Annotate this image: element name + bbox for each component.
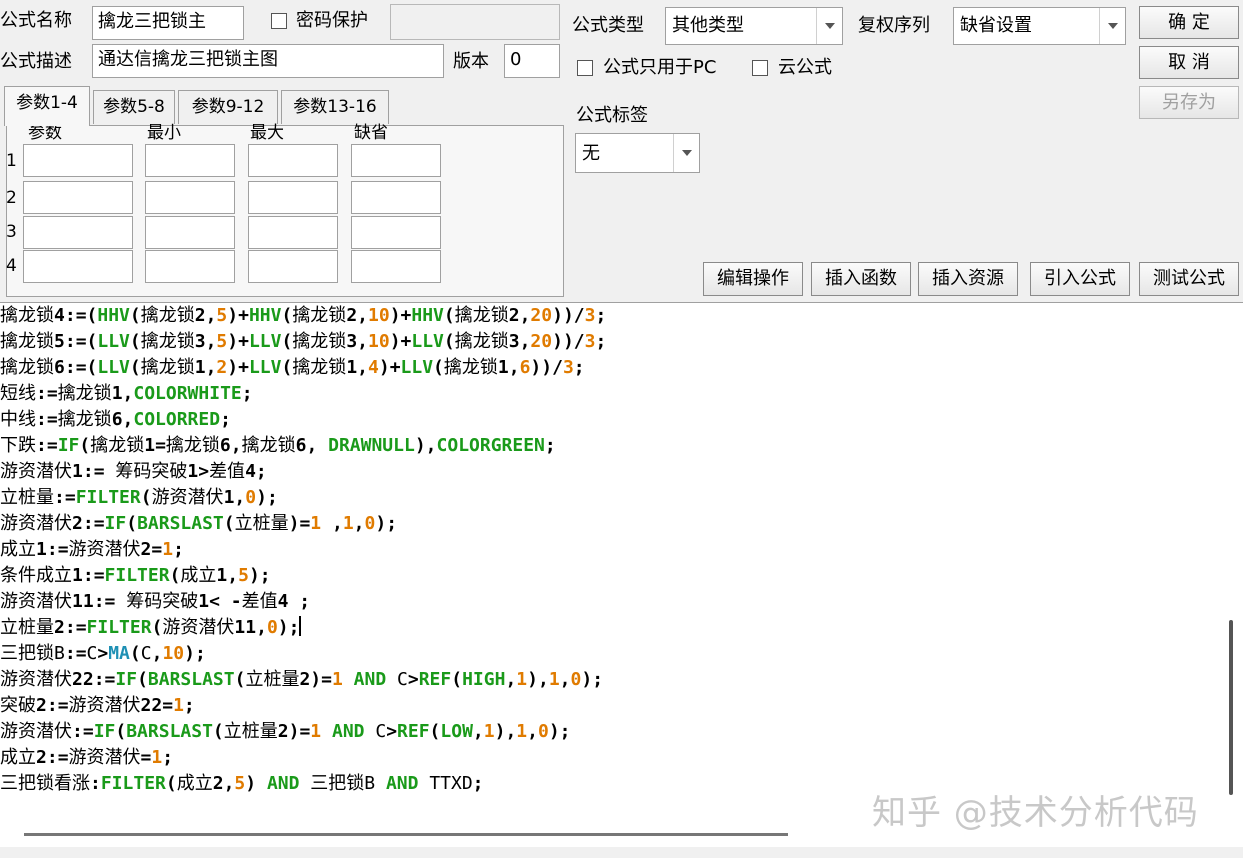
param-2-max[interactable] bbox=[248, 181, 338, 214]
cloud-formula-checkbox[interactable] bbox=[752, 60, 768, 76]
code-line[interactable]: 成立2:=游资潜伏=1; bbox=[0, 745, 606, 771]
code-line[interactable]: 擒龙锁5:=(LLV(擒龙锁3,5)+LLV(擒龙锁3,10)+LLV(擒龙锁3… bbox=[0, 329, 606, 355]
param-4-default[interactable] bbox=[351, 250, 441, 283]
param-2-name[interactable] bbox=[23, 181, 133, 214]
test-formula-button[interactable]: 测试公式 bbox=[1139, 262, 1239, 296]
code-line[interactable]: 游资潜伏1:= 筹码突破1>差值4; bbox=[0, 459, 606, 485]
formula-tag-select[interactable]: 无 bbox=[575, 133, 700, 173]
param-header-name: 参数 bbox=[28, 123, 62, 143]
param-row-number: 1 bbox=[6, 151, 17, 171]
formula-editor[interactable]: 擒龙锁4:=(HHV(擒龙锁2,5)+HHV(擒龙锁2,10)+HHV(擒龙锁2… bbox=[0, 302, 1243, 847]
horizontal-scrollbar[interactable] bbox=[24, 833, 788, 836]
chevron-down-icon[interactable] bbox=[1099, 8, 1125, 44]
param-4-min[interactable] bbox=[145, 250, 235, 283]
formula-name-label: 公式名称 bbox=[0, 10, 72, 31]
chevron-down-icon[interactable] bbox=[673, 134, 699, 172]
code-line[interactable]: 条件成立1:=FILTER(成立1,5); bbox=[0, 563, 606, 589]
code-line[interactable]: 立桩量:=FILTER(游资潜伏1,0); bbox=[0, 485, 606, 511]
code-line[interactable]: 游资潜伏11:= 筹码突破1< -差值4 ; bbox=[0, 589, 606, 615]
code-line[interactable]: 游资潜伏22:=IF(BARSLAST(立桩量2)=1 AND C>REF(HI… bbox=[0, 667, 606, 693]
rights-series-select[interactable]: 缺省设置 bbox=[953, 7, 1126, 45]
edit-operations-button[interactable]: 编辑操作 bbox=[703, 262, 803, 296]
code-line[interactable]: 游资潜伏:=IF(BARSLAST(立桩量2)=1 AND C>REF(LOW,… bbox=[0, 719, 606, 745]
formula-desc-label: 公式描述 bbox=[0, 51, 72, 72]
param-1-default[interactable] bbox=[351, 144, 441, 177]
chevron-down-icon[interactable] bbox=[816, 8, 842, 44]
code-line[interactable]: 立桩量2:=FILTER(游资潜伏11,0); bbox=[0, 615, 606, 641]
param-3-name[interactable] bbox=[23, 216, 133, 249]
password-input[interactable] bbox=[390, 4, 560, 40]
param-1-min[interactable] bbox=[145, 144, 235, 177]
import-formula-button[interactable]: 引入公式 bbox=[1030, 262, 1130, 296]
formula-type-label: 公式类型 bbox=[572, 15, 644, 36]
formula-name-input[interactable]: 擒龙三把锁主 bbox=[92, 6, 244, 40]
code-line[interactable]: 游资潜伏2:=IF(BARSLAST(立桩量)=1 ,1,0); bbox=[0, 511, 606, 537]
rights-series-label: 复权序列 bbox=[858, 15, 930, 36]
formula-tag-value: 无 bbox=[582, 143, 600, 164]
param-row-number: 3 bbox=[6, 222, 17, 242]
code-line[interactable]: 三把锁B:=C>MA(C,10); bbox=[0, 641, 606, 667]
tab-params-9-12[interactable]: 参数9-12 bbox=[178, 90, 278, 124]
code-line[interactable]: 擒龙锁6:=(LLV(擒龙锁1,2)+LLV(擒龙锁1,4)+LLV(擒龙锁1,… bbox=[0, 355, 606, 381]
param-2-min[interactable] bbox=[145, 181, 235, 214]
code-line[interactable]: 短线:=擒龙锁1,COLORWHITE; bbox=[0, 381, 606, 407]
code-line[interactable]: 下跌:=IF(擒龙锁1=擒龙锁6,擒龙锁6, DRAWNULL),COLORGR… bbox=[0, 433, 606, 459]
vertical-scrollbar[interactable] bbox=[1229, 620, 1233, 795]
cancel-button[interactable]: 取 消 bbox=[1139, 46, 1239, 79]
tab-params-1-4[interactable]: 参数1-4 bbox=[4, 86, 90, 126]
ok-button[interactable]: 确 定 bbox=[1139, 6, 1239, 39]
password-protect-label: 密码保护 bbox=[296, 10, 368, 31]
rights-series-value: 缺省设置 bbox=[960, 15, 1032, 36]
cloud-formula-label: 云公式 bbox=[778, 57, 832, 78]
param-1-name[interactable] bbox=[23, 144, 133, 177]
formula-desc-input[interactable]: 通达信擒龙三把锁主图 bbox=[92, 44, 444, 78]
code-line[interactable]: 中线:=擒龙锁6,COLORRED; bbox=[0, 407, 606, 433]
version-label: 版本 bbox=[453, 51, 489, 72]
param-header-default: 缺省 bbox=[354, 123, 388, 143]
password-protect-checkbox[interactable] bbox=[271, 13, 287, 29]
tab-params-13-16[interactable]: 参数13-16 bbox=[281, 90, 389, 124]
formula-code[interactable]: 擒龙锁4:=(HHV(擒龙锁2,5)+HHV(擒龙锁2,10)+HHV(擒龙锁2… bbox=[0, 303, 606, 797]
version-input[interactable]: 0 bbox=[504, 44, 560, 78]
pc-only-checkbox[interactable] bbox=[577, 60, 593, 76]
param-row-number: 4 bbox=[6, 256, 17, 276]
param-3-max[interactable] bbox=[248, 216, 338, 249]
tab-params-5-8[interactable]: 参数5-8 bbox=[93, 90, 175, 124]
param-2-default[interactable] bbox=[351, 181, 441, 214]
formula-type-value: 其他类型 bbox=[672, 15, 744, 36]
param-3-min[interactable] bbox=[145, 216, 235, 249]
watermark-text: 知乎 @技术分析代码 bbox=[872, 793, 1199, 833]
param-4-max[interactable] bbox=[248, 250, 338, 283]
param-header-max: 最大 bbox=[250, 123, 284, 143]
param-header-min: 最小 bbox=[147, 123, 181, 143]
param-row-number: 2 bbox=[6, 188, 17, 208]
formula-type-select[interactable]: 其他类型 bbox=[665, 7, 843, 45]
insert-resource-button[interactable]: 插入资源 bbox=[918, 262, 1018, 296]
save-as-button[interactable]: 另存为 bbox=[1139, 86, 1239, 119]
code-line[interactable]: 成立1:=游资潜伏2=1; bbox=[0, 537, 606, 563]
code-line[interactable]: 三把锁看涨:FILTER(成立2,5) AND 三把锁B AND TTXD; bbox=[0, 771, 606, 797]
text-cursor bbox=[299, 616, 302, 636]
pc-only-label: 公式只用于PC bbox=[603, 57, 717, 78]
param-4-name[interactable] bbox=[23, 250, 133, 283]
param-1-max[interactable] bbox=[248, 144, 338, 177]
param-3-default[interactable] bbox=[351, 216, 441, 249]
code-line[interactable]: 擒龙锁4:=(HHV(擒龙锁2,5)+HHV(擒龙锁2,10)+HHV(擒龙锁2… bbox=[0, 303, 606, 329]
insert-function-button[interactable]: 插入函数 bbox=[811, 262, 911, 296]
code-line[interactable]: 突破2:=游资潜伏22=1; bbox=[0, 693, 606, 719]
formula-tag-label: 公式标签 bbox=[576, 105, 648, 126]
